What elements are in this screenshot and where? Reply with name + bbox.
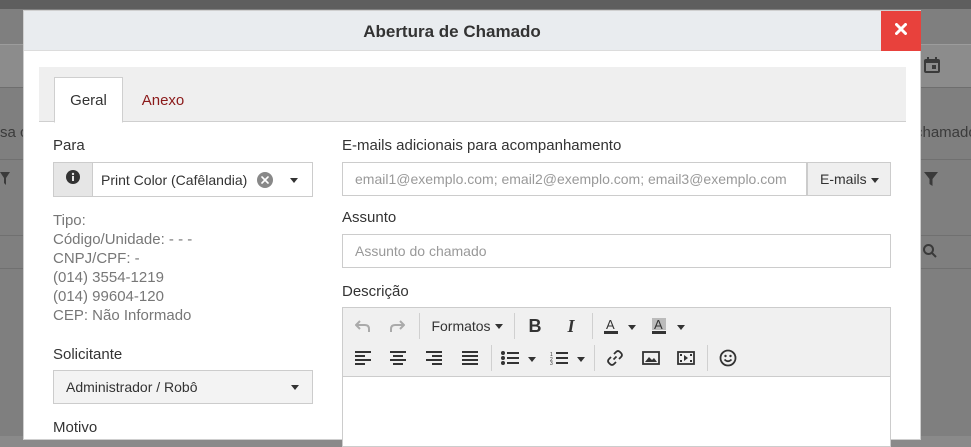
close-icon xyxy=(895,22,907,40)
video-icon[interactable] xyxy=(674,346,698,370)
bold-icon[interactable]: B xyxy=(523,314,547,338)
align-center-icon[interactable] xyxy=(386,346,410,370)
bullet-list-icon[interactable] xyxy=(498,346,522,370)
toolbar-divider xyxy=(707,345,708,371)
editor-toolbar: Formatos B I A A 1 2 3 xyxy=(343,308,890,377)
assunto-label: Assunto xyxy=(342,209,397,226)
align-justify-icon[interactable] xyxy=(458,346,482,370)
align-left-icon[interactable] xyxy=(351,346,375,370)
motivo-label: Motivo xyxy=(53,419,98,436)
chevron-down-icon xyxy=(871,178,879,183)
tab-bar: Geral Anexo xyxy=(39,67,906,123)
phone-text: (014) 3554-1219 xyxy=(53,269,164,286)
emoticon-icon[interactable] xyxy=(716,346,740,370)
assunto-placeholder: Assunto do chamado xyxy=(355,243,487,259)
tab-geral[interactable]: Geral xyxy=(54,77,123,123)
svg-text:3: 3 xyxy=(550,361,553,365)
calendar-icon xyxy=(923,56,941,77)
info-icon xyxy=(66,170,80,189)
para-label: Para xyxy=(53,137,85,154)
close-button[interactable] xyxy=(881,11,921,51)
toolbar-divider xyxy=(514,313,515,339)
emails-dropdown-button[interactable]: E-mails xyxy=(807,162,891,196)
toolbar-divider xyxy=(592,313,593,339)
open-ticket-modal: Abertura de Chamado Geral Anexo Para Pri… xyxy=(23,10,921,447)
clear-icon[interactable] xyxy=(257,172,273,188)
text-color-icon[interactable]: A xyxy=(599,314,623,338)
modal-header: Abertura de Chamado xyxy=(24,11,921,51)
toolbar-divider xyxy=(594,345,595,371)
undo-icon[interactable] xyxy=(351,314,375,338)
emails-button-label: E-mails xyxy=(820,171,867,187)
backdrop-text: chamado xyxy=(915,124,971,141)
toolbar-divider xyxy=(491,345,492,371)
link-icon[interactable] xyxy=(603,346,627,370)
align-right-icon[interactable] xyxy=(422,346,446,370)
chevron-down-icon[interactable] xyxy=(628,325,636,330)
toolbar-divider xyxy=(419,313,420,339)
filter-icon xyxy=(0,172,10,189)
info-button[interactable] xyxy=(54,163,93,196)
solicitante-select[interactable]: Administrador / Robô xyxy=(53,370,313,404)
italic-icon[interactable]: I xyxy=(559,314,583,338)
chevron-down-icon xyxy=(494,323,503,329)
background-color-icon[interactable]: A xyxy=(647,314,671,338)
modal-title: Abertura de Chamado xyxy=(363,22,541,41)
formats-dropdown[interactable]: Formatos xyxy=(429,314,505,338)
para-value: Print Color (Cafêlandia) xyxy=(101,172,248,188)
redo-icon[interactable] xyxy=(385,314,409,338)
cnpj-cpf-text: CNPJ/CPF: - xyxy=(53,250,140,267)
emails-input[interactable]: email1@exemplo.com; email2@exemplo.com; … xyxy=(342,162,807,196)
tab-anexo[interactable]: Anexo xyxy=(127,77,199,123)
emails-label: E-mails adicionais para acompanhamento xyxy=(342,137,622,154)
numbered-list-icon[interactable]: 123 xyxy=(547,346,571,370)
codigo-unidade-text: Código/Unidade: - - - xyxy=(53,231,193,248)
tipo-text: Tipo: xyxy=(53,212,86,229)
descricao-label: Descrição xyxy=(342,283,409,300)
filter-icon xyxy=(924,172,938,189)
svg-text:A: A xyxy=(654,317,663,332)
image-icon[interactable] xyxy=(639,346,663,370)
para-select[interactable]: Print Color (Cafêlandia) xyxy=(53,162,313,197)
chevron-down-icon[interactable] xyxy=(290,178,298,183)
chevron-down-icon[interactable] xyxy=(528,357,536,362)
chevron-down-icon[interactable] xyxy=(577,357,585,362)
assunto-input[interactable]: Assunto do chamado xyxy=(342,234,891,268)
search-icon xyxy=(923,244,937,261)
solicitante-label: Solicitante xyxy=(53,346,123,363)
svg-text:A: A xyxy=(606,317,615,332)
formats-label: Formatos xyxy=(431,318,491,334)
backdrop-topbar xyxy=(0,0,971,9)
chevron-down-icon[interactable] xyxy=(677,325,685,330)
cep-text: CEP: Não Informado xyxy=(53,307,192,324)
solicitante-value: Administrador / Robô xyxy=(66,379,198,395)
chevron-down-icon xyxy=(291,385,299,390)
emails-placeholder: email1@exemplo.com; email2@exemplo.com; … xyxy=(355,171,787,187)
description-editor[interactable]: Formatos B I A A 1 2 3 xyxy=(342,307,891,447)
mobile-text: (014) 99604-120 xyxy=(53,288,164,305)
